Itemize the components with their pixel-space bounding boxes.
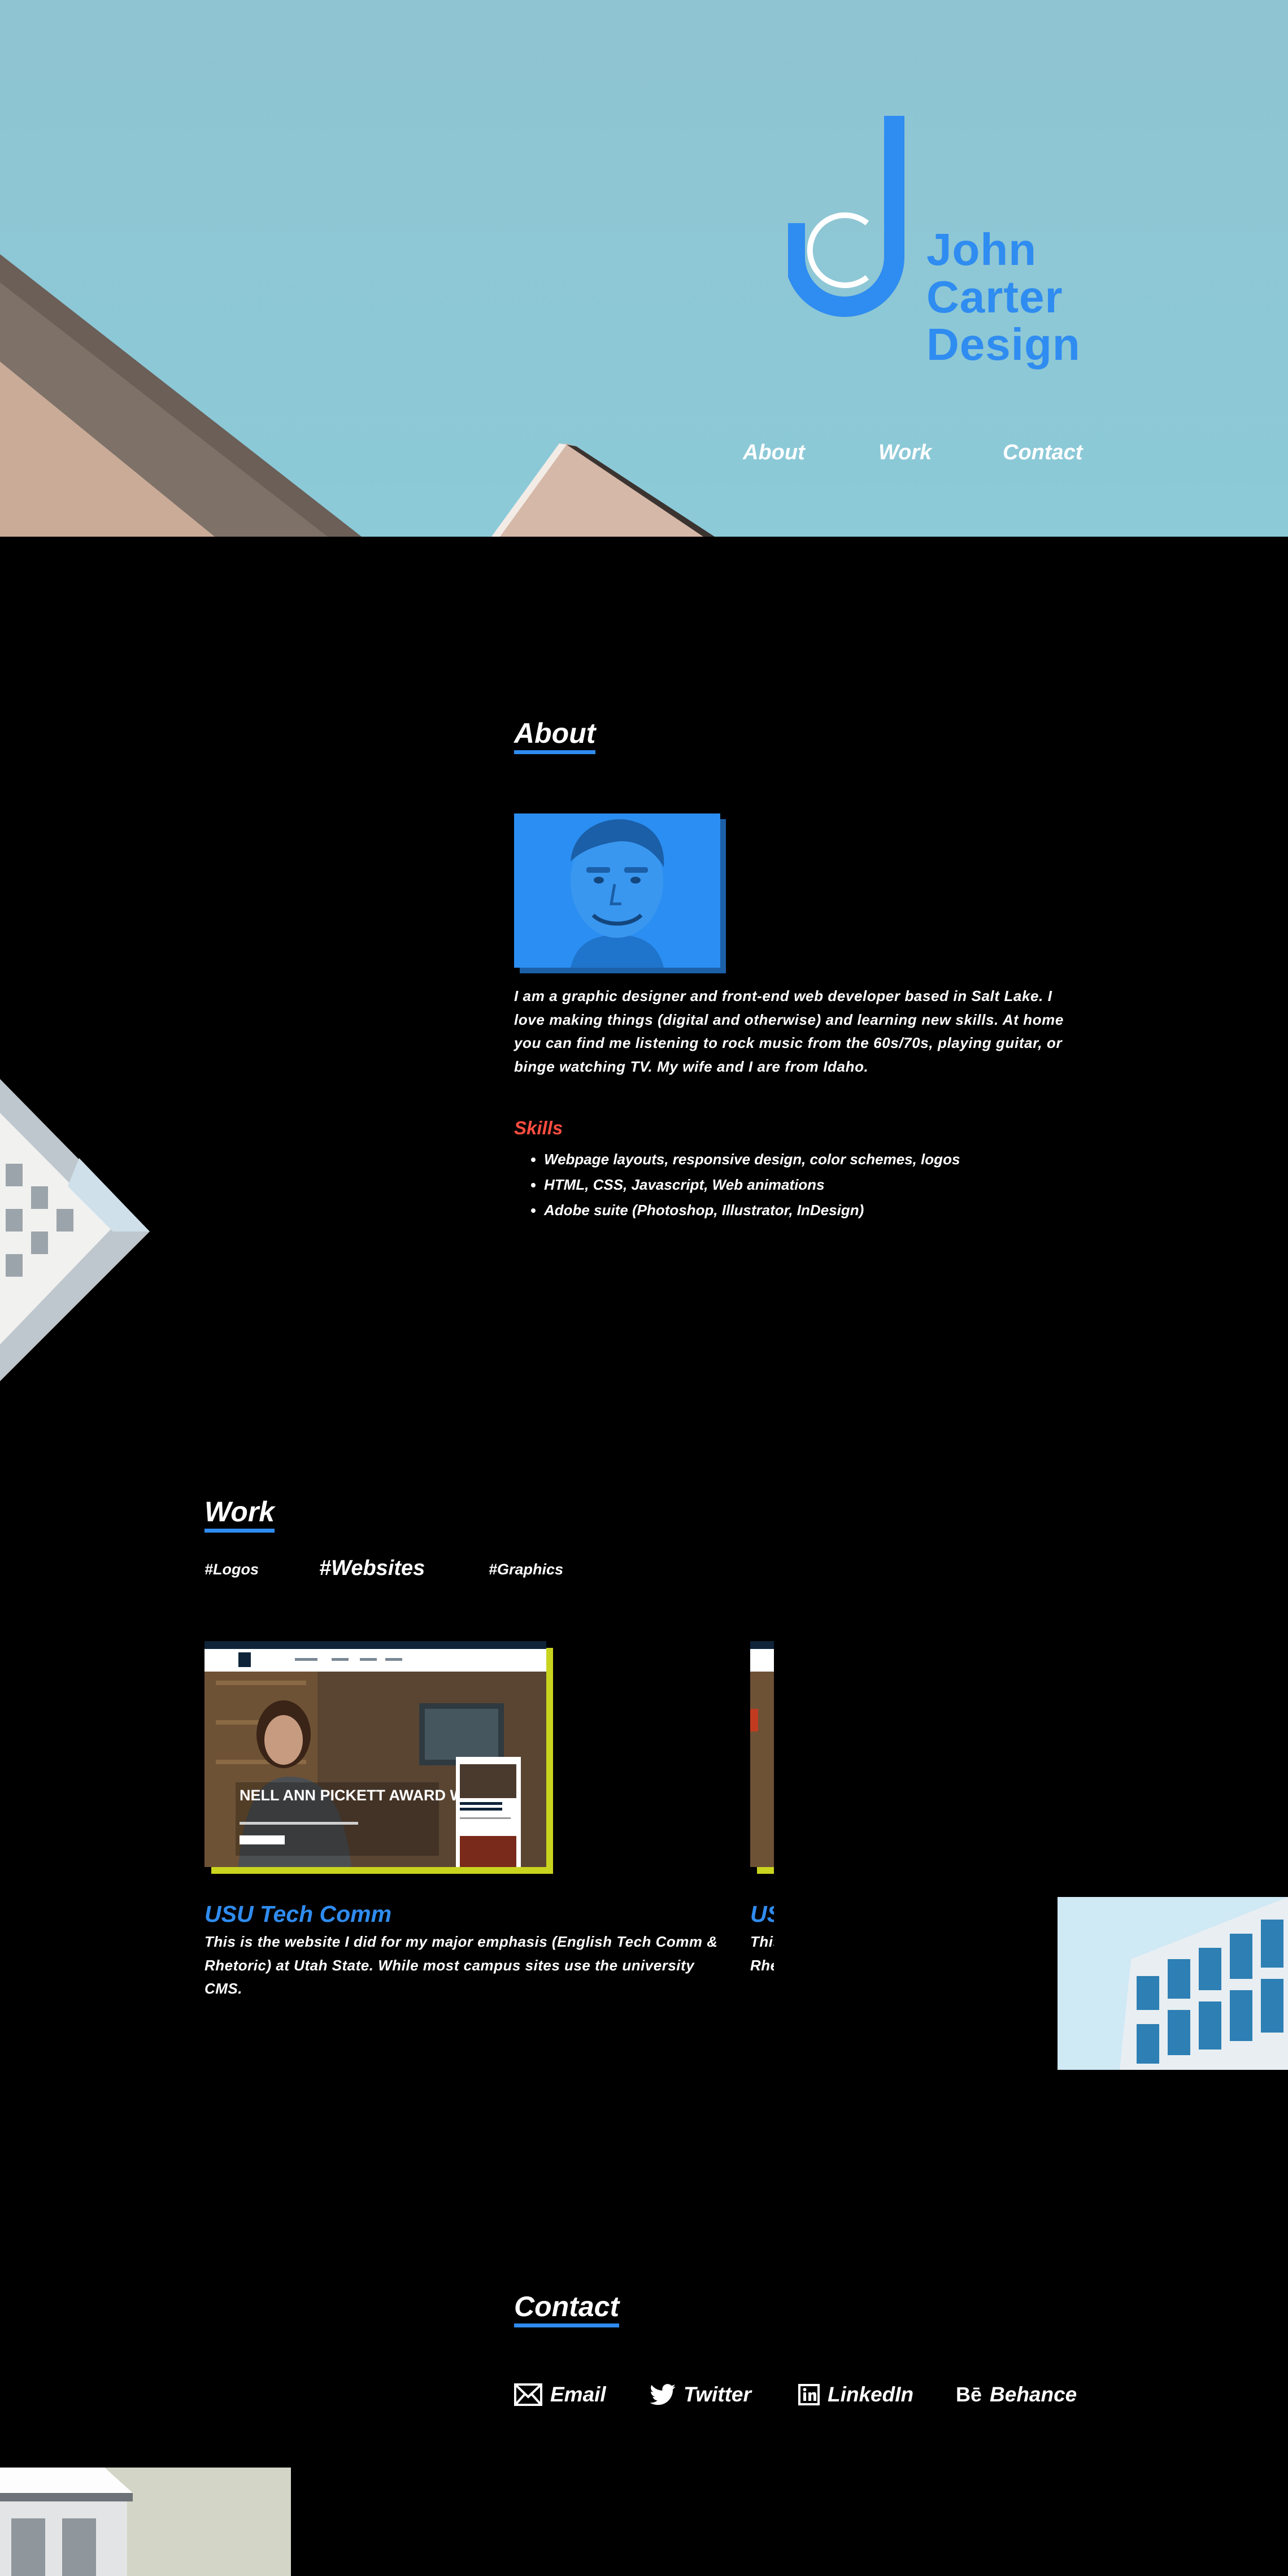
tag-websites[interactable]: #Websites [319,1556,425,1581]
linkedin-link[interactable]: LinkedIn [798,2383,913,2407]
glass-building-photo [1058,1897,1288,2070]
usu-site-screenshot [750,1641,774,1867]
linkedin-icon [798,2384,820,2405]
skill-item: HTML, CSS, Javascript, Web animations [544,1172,960,1198]
about-bio: I am a graphic designer and front-end we… [514,987,1064,1075]
work-card-thumbnail[interactable] [750,1641,774,1867]
work-heading: Work [204,1496,275,1533]
logo-line-design: Design [926,319,1081,369]
work-card-title[interactable]: USU Tech Comm [204,1901,391,1927]
work-card-thumbnail[interactable]: NELL ANN PICKETT AWARD WINNER [204,1641,546,1867]
behance-label: Behance [990,2383,1077,2406]
profile-portrait [514,813,720,968]
skills-heading: Skills [514,1117,563,1138]
skill-item: Adobe suite (Photoshop, Illustrator, InD… [544,1198,960,1223]
building-corner-photo [0,2468,291,2576]
portrait-face-image [514,813,720,968]
skill-item: Webpage layouts, responsive design, colo… [544,1147,960,1172]
twitter-label: Twitter [684,2383,751,2406]
work-carousel: Work #Logos #Websites #Graphics NELL ANN… [203,1378,774,2068]
behance-link[interactable]: Bē Behance [956,2383,1077,2407]
skills-list: Webpage layouts, responsive design, colo… [514,1147,960,1223]
nav-about-link[interactable]: About [743,441,805,465]
work-filter-tags: #Logos #Websites #Graphics [203,1556,768,1585]
hero-banner: John Carter Design About Work Contact [0,0,1288,537]
email-label: Email [550,2383,606,2406]
contact-links: Email Twitter LinkedIn Bē Behance [0,2383,1288,2417]
contact-heading: Contact [514,2291,620,2327]
nav-contact-link[interactable]: Contact [1003,441,1082,465]
work-card-description: This is the website I did for my major e… [750,1933,774,1974]
work-card-title[interactable]: USU Tech Comm [750,1901,774,1927]
twitter-link[interactable]: Twitter [650,2383,751,2407]
logo-wordmark[interactable]: John Carter Design [926,226,1081,368]
work-card-description: This is the website I did for my major e… [204,1933,718,1997]
logo-line-john: John [926,224,1037,275]
envelope-icon [514,2383,542,2406]
tag-logos[interactable]: #Logos [204,1561,259,1578]
building-diamond-photo [0,1079,150,1381]
logo-line-carter: Carter [926,272,1063,322]
twitter-bird-icon [650,2384,676,2405]
about-heading: About [514,717,596,754]
tag-graphics[interactable]: #Graphics [489,1561,563,1578]
usu-site-screenshot: NELL ANN PICKETT AWARD WINNER [204,1641,546,1867]
email-link[interactable]: Email [514,2383,606,2407]
linkedin-label: LinkedIn [828,2383,914,2406]
behance-icon: Bē [956,2383,982,2406]
nav-work-link[interactable]: Work [878,441,932,465]
main-nav: About Work Contact [0,441,1288,469]
